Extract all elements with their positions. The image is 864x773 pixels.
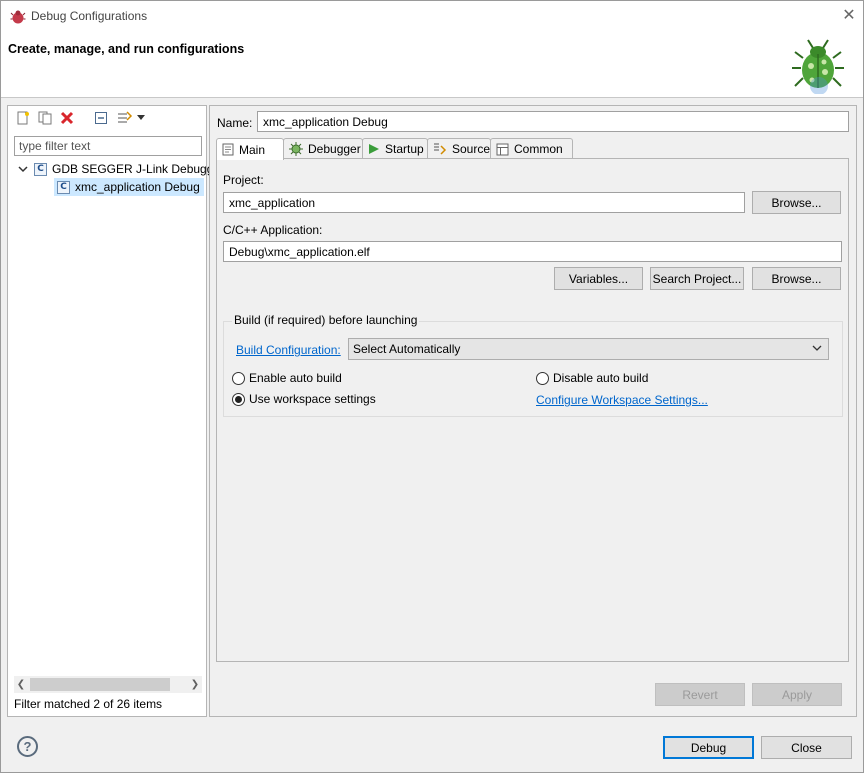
c-config-type-icon: C <box>34 162 47 176</box>
tree-item-label: xmc_application Debug <box>75 180 200 194</box>
debugger-gear-icon <box>289 142 303 156</box>
use-workspace-settings-radio[interactable]: Use workspace settings <box>232 392 376 406</box>
tab-debugger[interactable]: Debugger <box>283 138 363 159</box>
close-button[interactable]: Close <box>761 736 852 759</box>
banner-heading: Create, manage, and run configurations <box>8 42 245 56</box>
build-configuration-select[interactable]: Select Automatically <box>348 338 829 360</box>
application-label: C/C++ Application: <box>223 223 323 237</box>
banner: Create, manage, and run configurations <box>1 32 863 98</box>
tab-common[interactable]: Common <box>490 138 573 159</box>
apply-button[interactable]: Apply <box>752 683 842 706</box>
radio-dot <box>232 371 245 385</box>
delete-icon[interactable] <box>58 109 76 127</box>
configuration-editor-panel: Name: Main Debugger Startup <box>209 105 857 717</box>
application-browse-button[interactable]: Browse... <box>752 267 841 290</box>
close-icon[interactable]: ✕ <box>839 6 859 26</box>
tab-main[interactable]: Main <box>216 138 284 160</box>
expand-arrow-icon[interactable] <box>18 164 28 174</box>
collapse-all-icon[interactable] <box>92 109 110 127</box>
tab-startup[interactable]: Startup <box>362 138 428 159</box>
main-tab-content: Project: Browse... C/C++ Application: Va… <box>216 158 849 662</box>
radio-dot-selected <box>232 392 245 406</box>
configuration-list-panel: C GDB SEGGER J-Link Debugging C xmc_appl… <box>7 105 229 717</box>
chevron-down-icon <box>812 345 822 351</box>
debug-app-icon <box>10 10 26 24</box>
bug-icon <box>792 39 844 94</box>
debug-configurations-dialog: Debug Configurations ✕ Create, manage, a… <box>0 0 864 773</box>
source-icon <box>433 142 447 156</box>
build-group-title: Build (if required) before launching <box>232 313 420 327</box>
revert-button[interactable]: Revert <box>655 683 745 706</box>
filter-input[interactable] <box>14 136 202 156</box>
name-label: Name: <box>217 116 253 130</box>
c-config-icon: C <box>57 180 70 194</box>
new-config-icon[interactable] <box>14 109 32 127</box>
project-label: Project: <box>223 173 264 187</box>
chevron-down-icon[interactable] <box>136 109 146 127</box>
title-bar: Debug Configurations ✕ <box>1 1 863 32</box>
build-options-group: Build (if required) before launching Bui… <box>223 313 843 417</box>
name-field[interactable] <box>257 111 849 132</box>
filter-status: Filter matched 2 of 26 items <box>14 697 163 711</box>
project-field[interactable] <box>223 192 745 213</box>
scroll-left-icon[interactable]: ❮ <box>14 676 28 693</box>
tree-item-gdb-segger[interactable]: C GDB SEGGER J-Link Debugging <box>18 160 229 178</box>
window-title: Debug Configurations <box>31 9 148 23</box>
common-icon <box>496 143 509 156</box>
horizontal-scrollbar[interactable]: ❮ ❯ <box>14 676 202 693</box>
enable-auto-build-radio[interactable]: Enable auto build <box>232 371 342 385</box>
build-configuration-link[interactable]: Build Configuration: <box>236 343 341 357</box>
scroll-right-icon[interactable]: ❯ <box>188 676 202 693</box>
tree-item-xmc-application-debug[interactable]: C xmc_application Debug <box>54 178 204 196</box>
application-field[interactable] <box>223 241 842 262</box>
disable-auto-build-radio[interactable]: Disable auto build <box>536 371 648 385</box>
filter-icon[interactable] <box>116 109 134 127</box>
help-icon[interactable]: ? <box>17 736 38 757</box>
search-project-button[interactable]: Search Project... <box>650 267 744 290</box>
debug-button[interactable]: Debug <box>663 736 754 759</box>
project-browse-button[interactable]: Browse... <box>752 191 841 214</box>
tab-source[interactable]: Source <box>427 138 491 159</box>
main-tab-icon <box>222 143 234 156</box>
radio-dot <box>536 371 549 385</box>
configure-workspace-settings-link[interactable]: Configure Workspace Settings... <box>536 393 708 407</box>
variables-button[interactable]: Variables... <box>554 267 643 290</box>
startup-play-icon <box>368 143 380 155</box>
tree-item-label: GDB SEGGER J-Link Debugging <box>52 162 230 176</box>
scrollbar-thumb[interactable] <box>30 678 170 691</box>
duplicate-icon[interactable] <box>36 109 54 127</box>
